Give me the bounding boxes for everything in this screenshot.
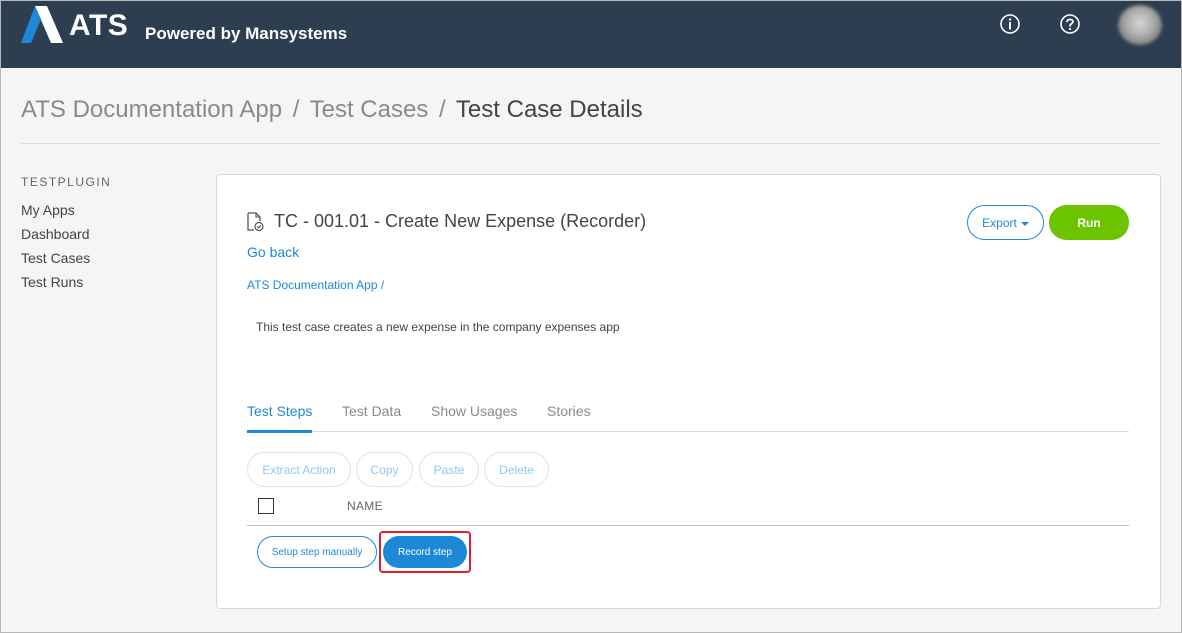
export-label: Export [982, 215, 1017, 230]
record-step-button[interactable]: Record step [383, 536, 467, 568]
breadcrumb-test-cases[interactable]: Test Cases [310, 96, 429, 123]
user-avatar[interactable] [1118, 5, 1162, 45]
test-case-icon [247, 212, 264, 232]
sidebar-item-dashboard[interactable]: Dashboard [21, 224, 201, 248]
title-divider [21, 143, 1161, 144]
logo-tagline: Powered by Mansystems [145, 24, 348, 43]
sidebar-item-my-apps[interactable]: My Apps [21, 200, 201, 224]
test-case-title: TC - 001.01 - Create New Expense (Record… [274, 211, 647, 231]
export-button[interactable]: Export [967, 205, 1044, 240]
tab-test-steps[interactable]: Test Steps [247, 403, 312, 419]
setup-step-manually-button[interactable]: Setup step manually [257, 536, 377, 568]
logo-text: ATS [69, 9, 129, 42]
chevron-down-icon [1020, 221, 1029, 226]
sidebar-heading: TESTPLUGIN [21, 175, 112, 189]
test-case-description: This test case creates a new expense in … [256, 320, 620, 334]
top-bar: ATS Powered by Mansystems [1, 1, 1181, 68]
breadcrumb-app[interactable]: ATS Documentation App [21, 96, 282, 123]
tab-bar: Test Steps Test Data Show Usages Stories [247, 393, 1129, 433]
tab-show-usages[interactable]: Show Usages [431, 403, 517, 419]
copy-button[interactable]: Copy [356, 452, 413, 487]
go-back-link[interactable]: Go back [247, 244, 299, 260]
table-divider [247, 525, 1129, 526]
active-tab-indicator [247, 430, 312, 433]
ats-logo-icon [21, 6, 63, 43]
breadcrumb-current: Test Case Details [455, 96, 643, 123]
breadcrumb-separator: / [439, 96, 446, 123]
select-all-checkbox[interactable] [258, 498, 274, 514]
run-button[interactable]: Run [1049, 205, 1129, 240]
column-header-name: NAME [347, 499, 383, 513]
sidebar-item-test-cases[interactable]: Test Cases [21, 248, 201, 272]
extract-action-button[interactable]: Extract Action [247, 452, 351, 487]
sidebar-item-test-runs[interactable]: Test Runs [21, 272, 201, 296]
help-icon[interactable] [1059, 13, 1081, 35]
delete-button[interactable]: Delete [484, 452, 549, 487]
breadcrumb: ATS Documentation App / Test Cases / Tes… [21, 96, 643, 124]
sidebar: TESTPLUGIN My Apps Dashboard Test Cases … [21, 175, 201, 296]
paste-button[interactable]: Paste [419, 452, 479, 487]
tab-test-data[interactable]: Test Data [342, 403, 401, 419]
tab-stories[interactable]: Stories [547, 403, 591, 419]
info-icon[interactable] [999, 13, 1021, 35]
app-breadcrumb-link[interactable]: ATS Documentation App / [247, 278, 384, 292]
breadcrumb-separator: / [292, 96, 300, 123]
